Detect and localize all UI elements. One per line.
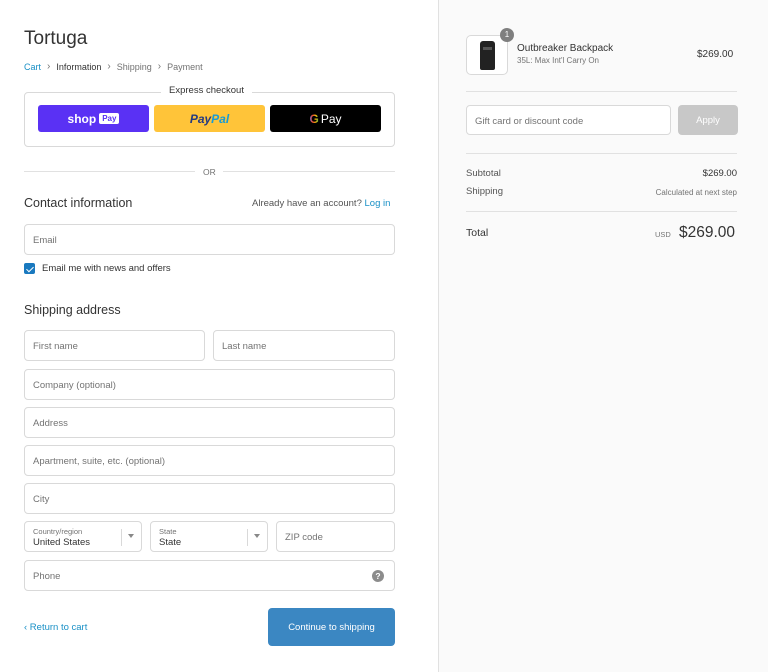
first-name-field[interactable]: First name — [24, 330, 205, 361]
backpack-image — [480, 41, 495, 70]
city-field[interactable]: City — [24, 483, 395, 514]
chevron-down-icon — [128, 534, 134, 538]
address-placeholder: Address — [33, 418, 68, 429]
country-label: Country/region — [33, 527, 83, 536]
zip-field[interactable]: ZIP code — [276, 521, 395, 552]
state-value: State — [159, 537, 182, 548]
google-icon: G — [309, 111, 319, 126]
breadcrumb: Cart › Information › Shipping › Payment — [24, 61, 203, 72]
newsletter-label: Email me with news and offers — [42, 263, 171, 274]
country-select[interactable]: Country/region United States — [24, 521, 142, 552]
total-value: $269.00 — [679, 224, 736, 241]
state-label: State — [159, 527, 177, 536]
shipping-heading: Shipping address — [24, 303, 121, 317]
paypal-label-pay: Pay — [189, 111, 212, 126]
product-thumbnail — [466, 35, 508, 75]
divider — [466, 211, 737, 212]
product-price: $269.00 — [697, 49, 734, 60]
apartment-placeholder: Apartment, suite, etc. (optional) — [33, 456, 166, 467]
paypal-button[interactable]: Pay Pal — [154, 105, 265, 132]
chevron-right-icon: › — [47, 61, 51, 72]
address-field[interactable]: Address — [24, 407, 395, 438]
paypal-label-pal: Pal — [211, 111, 230, 126]
discount-code-field[interactable]: Gift card or discount code — [466, 105, 671, 135]
or-divider-label: OR — [203, 167, 216, 177]
newsletter-checkbox[interactable] — [24, 263, 35, 274]
return-to-cart-link[interactable]: ‹ Return to cart — [24, 622, 87, 633]
contact-heading: Contact information — [24, 196, 133, 210]
phone-placeholder: Phone — [33, 571, 61, 582]
shop-pay-button[interactable]: shop Pay — [38, 105, 149, 132]
subtotal-value: $269.00 — [702, 168, 737, 179]
quantity-badge: 1 — [500, 28, 514, 42]
help-icon[interactable]: ? — [372, 570, 384, 582]
divider — [24, 171, 195, 172]
product-variant: 35L: Max Int'l Carry On — [517, 56, 599, 65]
country-value: United States — [33, 537, 91, 548]
company-field[interactable]: Company (optional) — [24, 369, 395, 400]
divider — [466, 153, 737, 154]
divider — [466, 91, 737, 92]
shipping-value: Calculated at next step — [655, 188, 737, 197]
first-name-placeholder: First name — [33, 341, 78, 352]
last-name-field[interactable]: Last name — [213, 330, 395, 361]
discount-placeholder: Gift card or discount code — [475, 116, 584, 127]
shop-pay-label: shop — [67, 111, 97, 126]
state-select[interactable]: State State — [150, 521, 268, 552]
account-prompt: Already have an account? Log in — [252, 198, 390, 209]
currency-code: USD — [655, 230, 671, 239]
breadcrumb-cart[interactable]: Cart — [24, 62, 41, 72]
email-field[interactable]: Email — [24, 224, 395, 255]
apartment-field[interactable]: Apartment, suite, etc. (optional) — [24, 445, 395, 476]
google-pay-button[interactable]: G Pay — [270, 105, 381, 132]
phone-field[interactable]: Phone ? — [24, 560, 395, 591]
select-divider — [247, 529, 248, 546]
breadcrumb-shipping: Shipping — [116, 61, 152, 72]
company-placeholder: Company (optional) — [33, 380, 116, 391]
chevron-down-icon — [254, 534, 260, 538]
total-label: Total — [466, 227, 489, 239]
product-name: Outbreaker Backpack — [517, 43, 614, 54]
select-divider — [121, 529, 122, 546]
chevron-right-icon: › — [107, 61, 111, 72]
google-pay-label: Pay — [320, 111, 342, 126]
login-link[interactable]: Log in — [365, 198, 391, 209]
last-name-placeholder: Last name — [222, 341, 267, 352]
divider — [223, 171, 395, 172]
account-prompt-text: Already have an account? — [252, 198, 362, 209]
apply-button[interactable]: Apply — [678, 105, 738, 135]
store-title[interactable]: Tortuga — [24, 28, 87, 50]
continue-to-shipping-button[interactable]: Continue to shipping — [268, 608, 395, 646]
order-summary — [438, 0, 768, 672]
zip-placeholder: ZIP code — [285, 532, 323, 543]
shipping-label: Shipping — [466, 186, 503, 197]
breadcrumb-payment: Payment — [167, 61, 203, 72]
city-placeholder: City — [33, 494, 50, 505]
subtotal-label: Subtotal — [466, 168, 501, 179]
chevron-right-icon: › — [157, 61, 162, 72]
express-checkout-title: Express checkout — [161, 85, 252, 96]
email-placeholder: Email — [33, 235, 57, 246]
shop-pay-badge: Pay — [99, 113, 120, 124]
checkout-main: Tortuga Cart › Information › Shipping › … — [0, 0, 438, 672]
breadcrumb-information: Information — [56, 61, 102, 72]
